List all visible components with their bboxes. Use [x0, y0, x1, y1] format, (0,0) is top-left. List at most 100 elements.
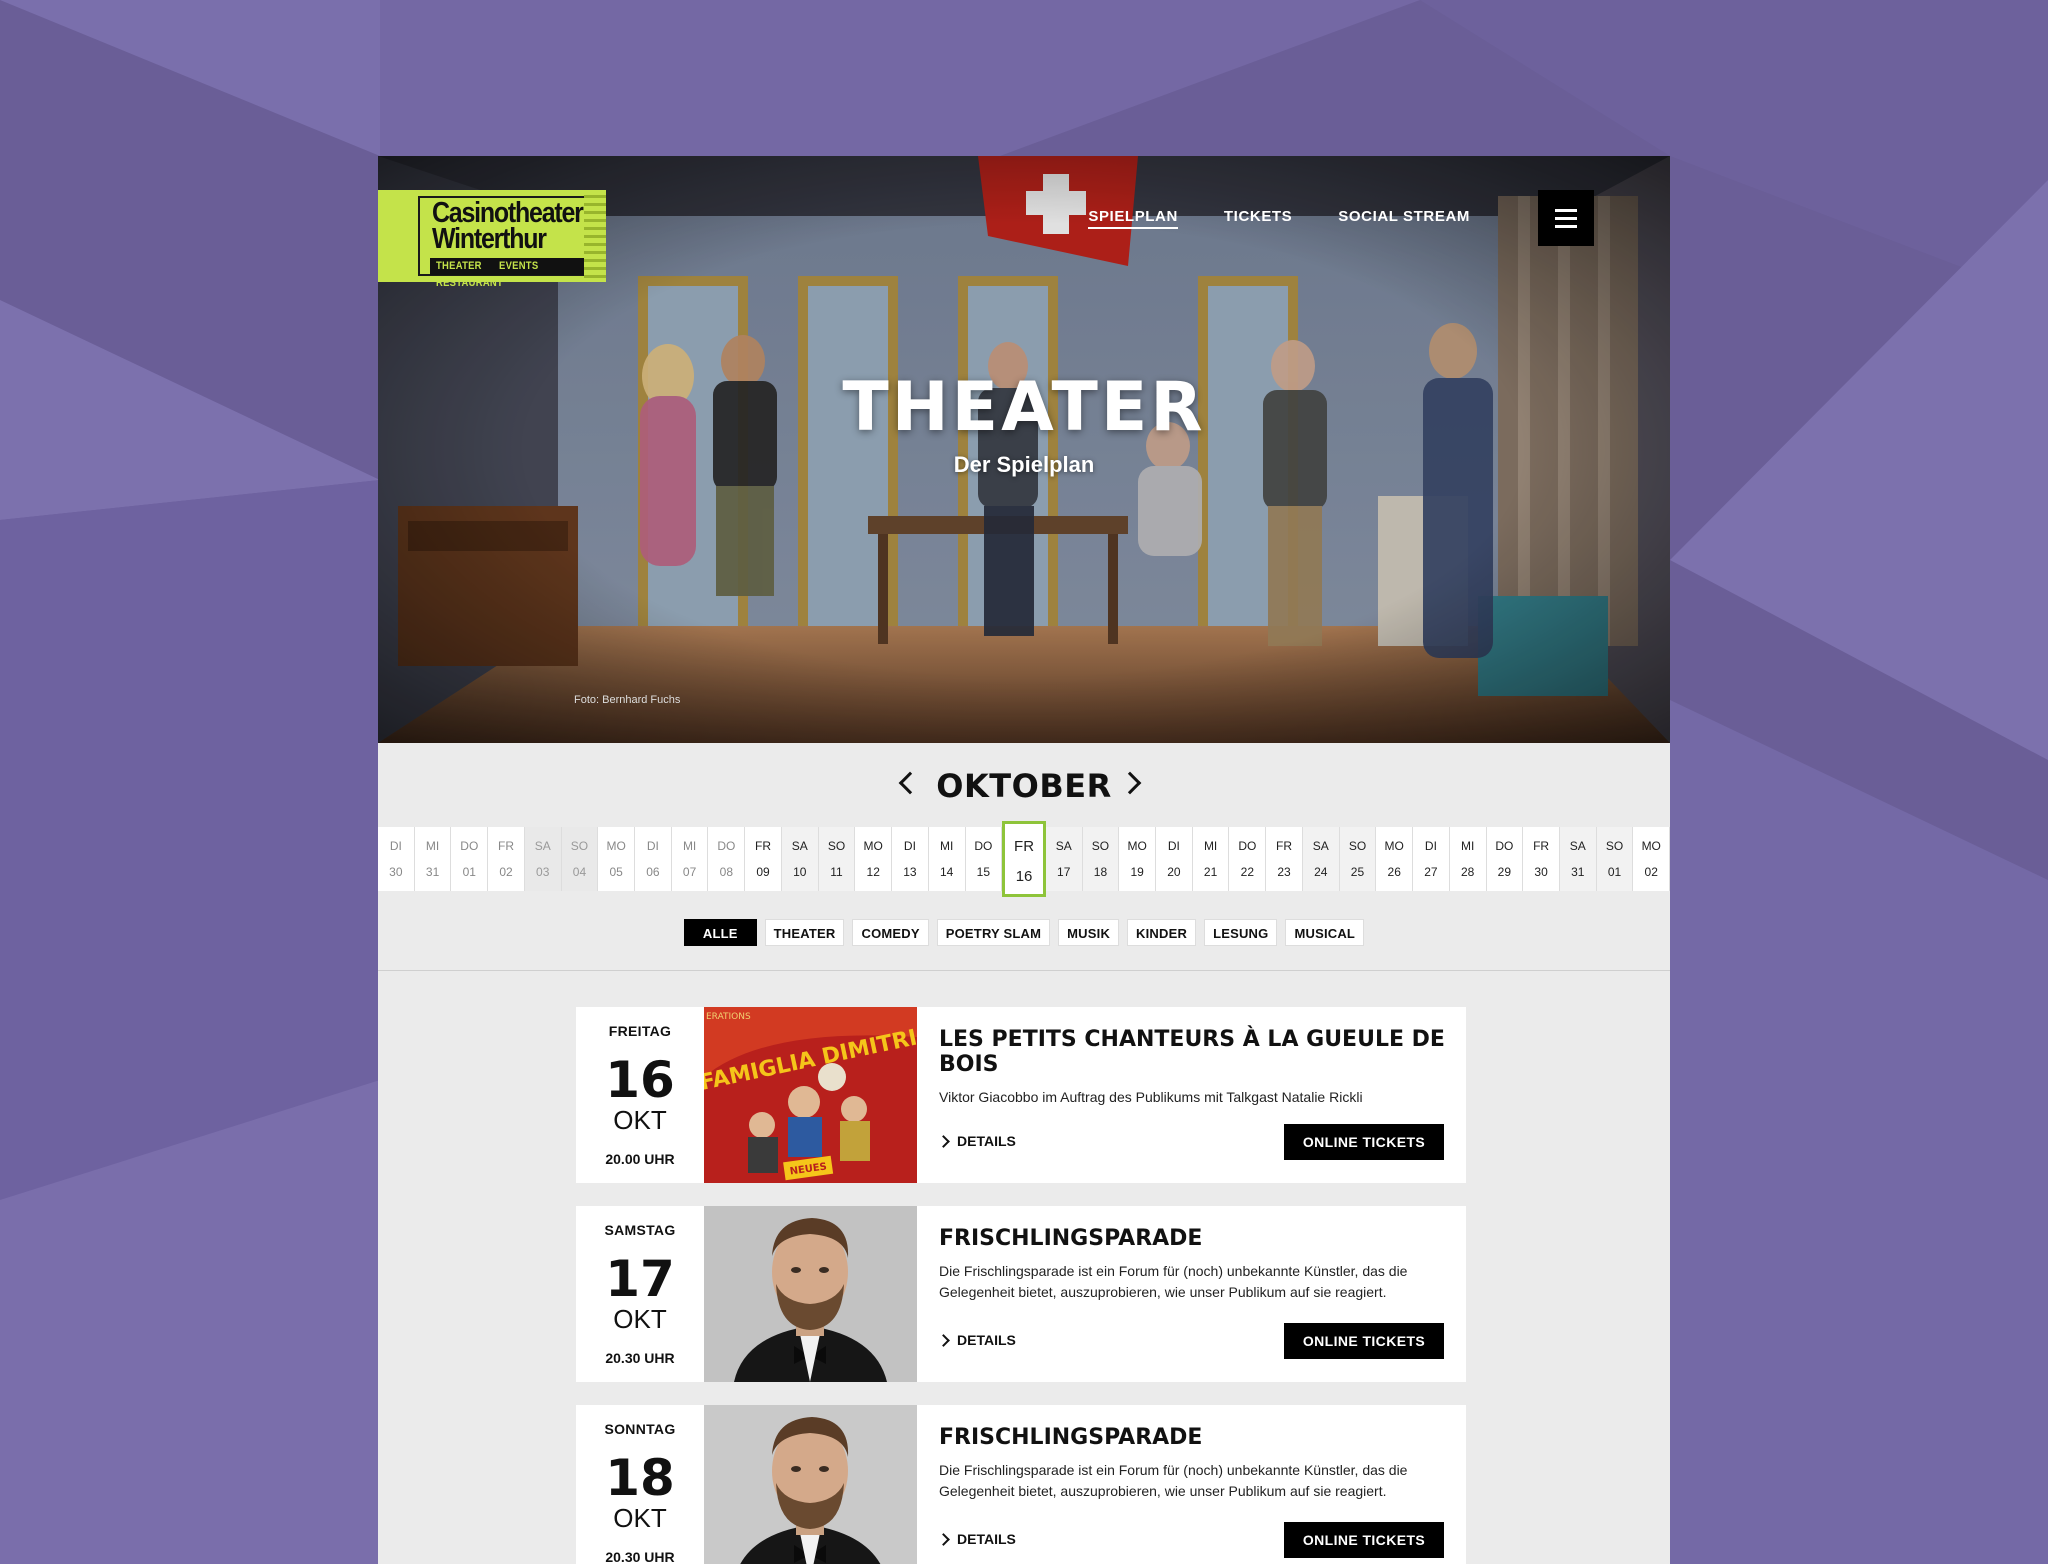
- date-cell[interactable]: MO 02: [1633, 827, 1670, 891]
- date-cell[interactable]: MI 07: [671, 827, 709, 891]
- filter-alle[interactable]: ALLE: [683, 919, 757, 946]
- event-portrait-image[interactable]: [704, 1405, 917, 1564]
- date-cell[interactable]: DI 30: [378, 827, 415, 891]
- date-weekday: MO: [863, 839, 883, 853]
- event-date: FREITAG 16 OKT 20.00 UHR: [576, 1007, 704, 1183]
- date-cell[interactable]: SA 03: [524, 827, 562, 891]
- date-weekday: SO: [1348, 839, 1367, 853]
- details-link[interactable]: DETAILS: [939, 1531, 1016, 1547]
- filter-musical[interactable]: MUSICAL: [1285, 919, 1365, 946]
- photo-credit: Foto: Bernhard Fuchs: [574, 694, 681, 706]
- event-portrait-image[interactable]: [704, 1206, 917, 1382]
- event-poster-image[interactable]: FAMIGLIA DIMITRI ERATIONS NEUES: [704, 1007, 917, 1183]
- date-number: 13: [903, 865, 917, 879]
- date-weekday: MI: [1203, 839, 1218, 853]
- logo-tag-events: EVENTS: [499, 260, 539, 272]
- date-cell[interactable]: MI 21: [1192, 827, 1230, 891]
- date-cell[interactable]: SA 31: [1559, 827, 1597, 891]
- date-number: 12: [866, 865, 880, 879]
- event-title[interactable]: FRISCHLINGSPARADE: [939, 1425, 1449, 1450]
- details-link[interactable]: DETAILS: [939, 1133, 1016, 1149]
- date-weekday: FR: [755, 839, 772, 853]
- date-cell[interactable]: SO 11: [818, 827, 856, 891]
- date-number: 11: [830, 865, 843, 879]
- date-cell[interactable]: MI 28: [1449, 827, 1487, 891]
- date-cell[interactable]: DI 13: [892, 827, 929, 891]
- date-cell[interactable]: SA 24: [1302, 827, 1340, 891]
- event-card: SAMSTAG 17 OKT 20.30 UHR FRISCHLINGSPARA…: [576, 1206, 1466, 1382]
- filter-comedy[interactable]: COMEDY: [852, 919, 929, 946]
- filter-lesung[interactable]: LESUNG: [1204, 919, 1278, 946]
- website-frame: Casinotheater Winterthur THEATER EVENTSRE…: [378, 156, 1670, 1564]
- date-cell[interactable]: DO 08: [708, 827, 746, 891]
- date-weekday: MO: [606, 839, 626, 853]
- date-cell[interactable]: MI 14: [928, 827, 966, 891]
- date-cell[interactable]: MO 05: [598, 827, 636, 891]
- online-tickets-button[interactable]: ONLINE TICKETS: [1284, 1323, 1444, 1359]
- event-weekday: SAMSTAG: [604, 1222, 676, 1238]
- date-number: 09: [756, 865, 770, 879]
- date-cell[interactable]: FR 02: [488, 827, 525, 891]
- logo-tag-theater: THEATER: [436, 260, 482, 272]
- date-cell[interactable]: SA 10: [781, 827, 819, 891]
- date-cell[interactable]: DO 15: [965, 827, 1003, 891]
- date-number: 16: [1015, 868, 1033, 885]
- event-month: OKT: [613, 1503, 667, 1533]
- date-weekday: DI: [389, 839, 402, 853]
- date-cell[interactable]: DO 29: [1486, 827, 1524, 891]
- online-tickets-button[interactable]: ONLINE TICKETS: [1284, 1522, 1444, 1558]
- date-cell[interactable]: FR 23: [1266, 827, 1303, 891]
- date-cell[interactable]: SO 18: [1082, 827, 1120, 891]
- date-cell[interactable]: FR 30: [1523, 827, 1560, 891]
- event-body: LES PETITS CHANTEURS À LA GUEULE DE BOIS…: [939, 1027, 1449, 1108]
- date-number: 18: [1093, 865, 1108, 879]
- date-cell[interactable]: MO 12: [855, 827, 893, 891]
- ticket-stub-perforation: [584, 190, 606, 282]
- filter-poetry-slam[interactable]: POETRY SLAM: [936, 919, 1051, 946]
- month-selector: OKTOBER: [378, 743, 1670, 825]
- hamburger-menu-icon[interactable]: [1538, 190, 1594, 246]
- date-weekday: DO: [974, 839, 993, 853]
- event-day: 16: [605, 1051, 675, 1109]
- filter-kinder[interactable]: KINDER: [1127, 919, 1197, 946]
- date-cell[interactable]: DO 22: [1229, 827, 1267, 891]
- date-weekday: MI: [939, 839, 954, 853]
- nav-social-stream[interactable]: SOCIAL STREAM: [1338, 208, 1470, 229]
- date-weekday: MO: [1384, 839, 1404, 853]
- date-cell[interactable]: FR 09: [745, 827, 782, 891]
- details-link[interactable]: DETAILS: [939, 1332, 1016, 1348]
- date-number: 01: [1607, 865, 1622, 879]
- date-cell[interactable]: DI 06: [635, 827, 672, 891]
- date-weekday: DI: [1167, 839, 1180, 853]
- nav-spielplan[interactable]: SPIELPLAN: [1088, 208, 1178, 229]
- date-cell[interactable]: SA 17: [1045, 827, 1083, 891]
- event-body: FRISCHLINGSPARADE Die Frischlingsparade …: [939, 1226, 1449, 1303]
- event-title[interactable]: FRISCHLINGSPARADE: [939, 1226, 1449, 1251]
- casinotheater-logo[interactable]: Casinotheater Winterthur THEATER EVENTSRE…: [378, 190, 606, 289]
- event-description: Die Frischlingsparade ist ein Forum für …: [939, 1263, 1408, 1300]
- date-number: 03: [536, 865, 550, 879]
- filter-theater[interactable]: THEATER: [764, 919, 845, 946]
- date-number: 27: [1424, 865, 1438, 879]
- event-time: 20.00 UHR: [605, 1151, 675, 1167]
- online-tickets-button[interactable]: ONLINE TICKETS: [1284, 1124, 1444, 1160]
- date-cell[interactable]: MO 26: [1376, 827, 1414, 891]
- date-cell[interactable]: SO 25: [1339, 827, 1377, 891]
- filter-musik[interactable]: MUSIK: [1058, 919, 1120, 946]
- date-cell[interactable]: MI 31: [414, 827, 452, 891]
- nav-tickets[interactable]: TICKETS: [1224, 208, 1292, 229]
- date-cell[interactable]: SO 04: [561, 827, 599, 891]
- date-cell[interactable]: DO 01: [451, 827, 489, 891]
- date-weekday: FR: [1533, 839, 1550, 853]
- date-cell-selected[interactable]: FR 16: [1002, 821, 1046, 897]
- event-date: SAMSTAG 17 OKT 20.30 UHR: [576, 1206, 704, 1382]
- date-cell[interactable]: SO 01: [1596, 827, 1634, 891]
- logo-tagline: THEATER EVENTS RESTAURANT: [430, 258, 600, 289]
- date-number: 26: [1387, 865, 1401, 879]
- main-navigation: SPIELPLAN TICKETS SOCIAL STREAM: [1088, 208, 1470, 229]
- date-number: 02: [1644, 865, 1658, 879]
- date-cell[interactable]: DI 20: [1156, 827, 1193, 891]
- date-cell[interactable]: DI 27: [1413, 827, 1450, 891]
- date-cell[interactable]: MO 19: [1119, 827, 1157, 891]
- event-title[interactable]: LES PETITS CHANTEURS À LA GUEULE DE BOIS: [939, 1027, 1449, 1077]
